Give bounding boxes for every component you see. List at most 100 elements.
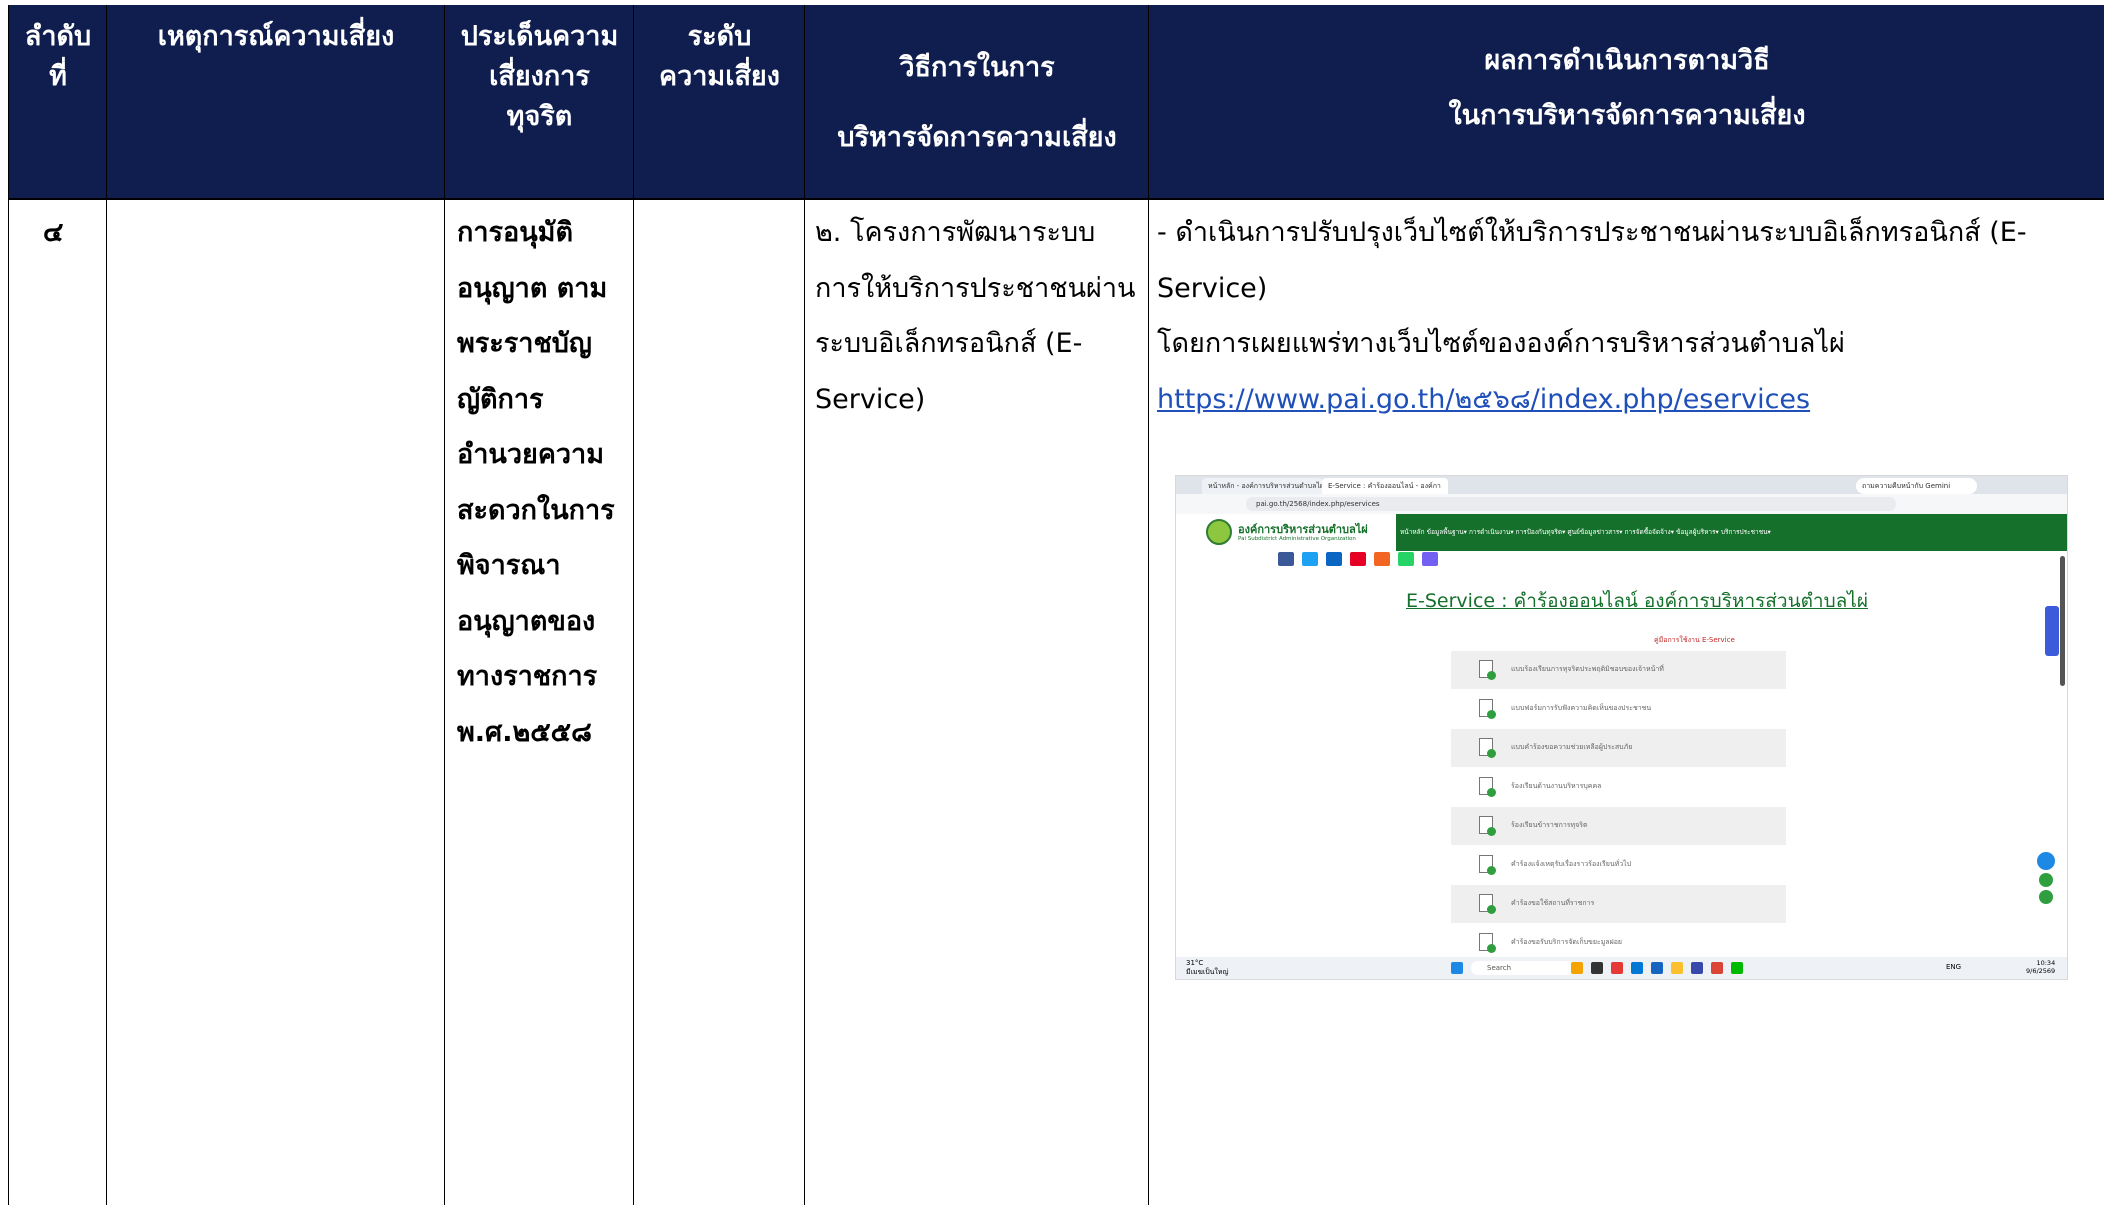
list-item[interactable]: คำร้องขอรับบริการจัดเก็บขยะมูลฝอย (1451, 924, 1786, 954)
list-item-label: แบบฟอร์มการรับฟังความคิดเห็นของประชาชน (1511, 704, 1652, 712)
header-level-line1: ระดับ (687, 21, 752, 52)
issue-line: สะดวกในการ (457, 494, 615, 526)
arrow-down-icon[interactable] (2039, 890, 2053, 904)
header-result-line2: ในการบริหารจัดการความเสี่ยง (1448, 100, 1806, 131)
line-icon[interactable] (1731, 962, 1743, 974)
list-item-label: คำร้องขอใช้สถานที่ราชการ (1511, 899, 1595, 907)
site-header: องค์การบริหารส่วนตำบลไผ่ Pai Subdistrict… (1176, 514, 2067, 551)
method-line: การให้บริการประชาชนผ่าน (815, 272, 1136, 304)
list-item-label: ร้องเรียนข้าราชการทุจริต (1511, 821, 1588, 829)
header-issue: ประเด็นความ เสี่ยงการ ทุจริต (445, 5, 634, 198)
chrome-icon[interactable] (1711, 962, 1723, 974)
eservice-guide-link[interactable]: คู่มือการใช้งาน E-Service (1654, 635, 1735, 646)
issue-line: พ.ศ.๒๕๕๘ (457, 716, 592, 748)
taskbar-app-icon[interactable] (1571, 962, 1583, 974)
org-name-en: Pai Subdistrict Administrative Organizat… (1238, 536, 1356, 542)
address-bar: pai.go.th/2568/index.php/eservices (1176, 494, 2067, 514)
check-icon (1487, 671, 1496, 680)
result-line: - ดำเนินการปรับปรุงเว็บไซต์ให้บริการประช… (1157, 217, 2027, 248)
check-icon (1487, 749, 1496, 758)
browser-tab-bar: หน้าหลัก - องค์การบริหารส่วนตำบลไผ่ E-Se… (1176, 476, 2067, 494)
header-result: ผลการดำเนินการตามวิธี ในการบริหารจัดการค… (1149, 5, 2104, 198)
header-issue-line1: ประเด็นความ (460, 21, 619, 52)
row-number: ๔ (43, 217, 64, 248)
list-item-label: คำร้องขอรับบริการจัดเก็บขยะมูลฝอย (1511, 938, 1622, 946)
check-icon (1487, 944, 1496, 953)
method-line: ๒. โครงการพัฒนาระบบ (815, 217, 1096, 248)
header-number-line1: ลำดับ (24, 21, 92, 52)
header-issue-line2: เสี่ยงการ (489, 61, 590, 92)
eservice-title: E-Service : คำร้องออนไลน์ องค์การบริหารส… (1406, 590, 1868, 612)
site-nav[interactable]: หน้าหลัก ข้อมูลพื้นฐาน▾ การดำเนินงาน▾ กา… (1396, 514, 2067, 551)
header-method-line1: วิธีการในการ (899, 52, 1055, 83)
check-icon (1487, 827, 1496, 836)
gemini-button[interactable]: ถามความคืบหน้ากับ Gemini (1856, 478, 1977, 494)
result-line: Service) (1157, 272, 1268, 304)
list-item-label: ร้องเรียนด้านงานบริหารบุคคล (1511, 782, 1602, 790)
result-line: โดยการเผยแพร่ทางเว็บไซต์ขององค์การบริหาร… (1157, 328, 1845, 359)
list-item[interactable]: ร้องเรียนข้าราชการทุจริต (1451, 807, 1786, 845)
task-view-icon[interactable] (1591, 962, 1603, 974)
edge-icon[interactable] (1631, 962, 1643, 974)
mail-icon[interactable] (1691, 962, 1703, 974)
header-issue-line3: ทุจริต (506, 101, 573, 132)
twitter-icon[interactable] (1302, 552, 1318, 566)
taskbar-app-icon[interactable] (1611, 962, 1623, 974)
folder-icon[interactable] (1671, 962, 1683, 974)
weather-desc: มีเมฆเป็นใหญ่ (1186, 968, 1229, 976)
issue-line: อำนวยความ (457, 439, 604, 470)
eservice-screenshot: หน้าหลัก - องค์การบริหารส่วนตำบลไผ่ E-Se… (1175, 475, 2068, 980)
issue-line: การอนุมัติ (457, 217, 574, 248)
header-method-line2: บริหารจัดการความเสี่ยง (837, 122, 1117, 153)
list-item-label: แบบร้องเรียนการทุจริตประพฤติมิชอบของเจ้า… (1511, 665, 1664, 673)
header-method: วิธีการในการ บริหารจัดการความเสี่ยง (805, 5, 1149, 198)
whatsapp-icon[interactable] (1398, 552, 1414, 566)
check-icon (1487, 710, 1496, 719)
list-item[interactable]: ร้องเรียนด้านงานบริหารบุคคล (1451, 768, 1786, 806)
blogger-icon[interactable] (1374, 552, 1390, 566)
browser-tab[interactable]: หน้าหลัก - องค์การบริหารส่วนตำบลไผ่ (1202, 478, 1323, 494)
header-level: ระดับ ความเสี่ยง (634, 5, 805, 198)
check-icon (1487, 788, 1496, 797)
viber-icon[interactable] (1422, 552, 1438, 566)
org-logo (1206, 519, 1232, 545)
risk-result: - ดำเนินการปรับปรุงเว็บไซต์ให้บริการประช… (1157, 205, 2027, 427)
facebook-icon[interactable] (1278, 552, 1294, 566)
list-item[interactable]: คำร้องขอใช้สถานที่ราชการ (1451, 885, 1786, 923)
list-item-label: แบบคำร้องขอความช่วยเหลือผู้ประสบภัย (1511, 743, 1633, 751)
issue-line: พิจารณา (457, 550, 561, 581)
list-item[interactable]: แบบฟอร์มการรับฟังความคิดเห็นของประชาชน (1451, 690, 1786, 728)
weather-widget[interactable]: 31°C มีเมฆเป็นใหญ่ (1186, 959, 1228, 978)
risk-issue: การอนุมัติ อนุญาต ตาม พระราชบัญ ญัติการ … (457, 205, 615, 760)
list-item[interactable]: แบบคำร้องขอความช่วยเหลือผู้ประสบภัย (1451, 729, 1786, 767)
windows-start-icon[interactable] (1451, 962, 1463, 974)
header-event-text: เหตุการณ์ความเสี่ยง (157, 21, 395, 52)
messenger-icon[interactable] (2037, 852, 2055, 870)
list-item[interactable]: คำร้องแจ้งเหตุรับเรื่องราวร้องเรียนทั่วไ… (1451, 846, 1786, 884)
header-number: ลำดับ ที่ (9, 5, 107, 198)
scrollbar[interactable] (2060, 556, 2065, 686)
header-result-line1: ผลการดำเนินการตามวิธี (1484, 45, 1770, 76)
taskbar-search[interactable]: Search (1471, 961, 1577, 975)
method-line: Service) (815, 383, 926, 415)
eservice-link[interactable]: https://www.pai.go.th/๒๕๖๘/index.php/ese… (1157, 384, 1810, 415)
arrow-up-icon[interactable] (2039, 873, 2053, 887)
list-item-label: คำร้องแจ้งเหตุรับเรื่องราวร้องเรียนทั่วไ… (1511, 860, 1632, 868)
clock[interactable]: 10:34 9/6/2569 (2026, 959, 2055, 975)
issue-line: ญัติการ (457, 383, 544, 415)
risk-method: ๒. โครงการพัฒนาระบบ การให้บริการประชาชนผ… (815, 205, 1136, 427)
linkedin-icon[interactable] (1326, 552, 1342, 566)
language-indicator[interactable]: ENG (1946, 963, 1961, 971)
browser-tab-active[interactable]: E-Service : คำร้องออนไลน์ - องค์กา (1322, 478, 1448, 494)
header-level-line2: ความเสี่ยง (659, 61, 780, 92)
check-icon (1487, 905, 1496, 914)
header-number-line2: ที่ (49, 61, 67, 92)
url-field[interactable]: pai.go.th/2568/index.php/eservices (1246, 497, 1896, 511)
list-item[interactable]: แบบร้องเรียนการทุจริตประพฤติมิชอบของเจ้า… (1451, 651, 1786, 689)
facebook-side-tab[interactable] (2045, 606, 2059, 656)
issue-line: ทางราชการ (457, 661, 598, 692)
windows-taskbar: 31°C มีเมฆเป็นใหญ่ Search ENG 10:34 9/6/… (1176, 957, 2067, 979)
store-icon[interactable] (1651, 962, 1663, 974)
pinterest-icon[interactable] (1350, 552, 1366, 566)
clock-date: 9/6/2569 (2026, 967, 2056, 975)
